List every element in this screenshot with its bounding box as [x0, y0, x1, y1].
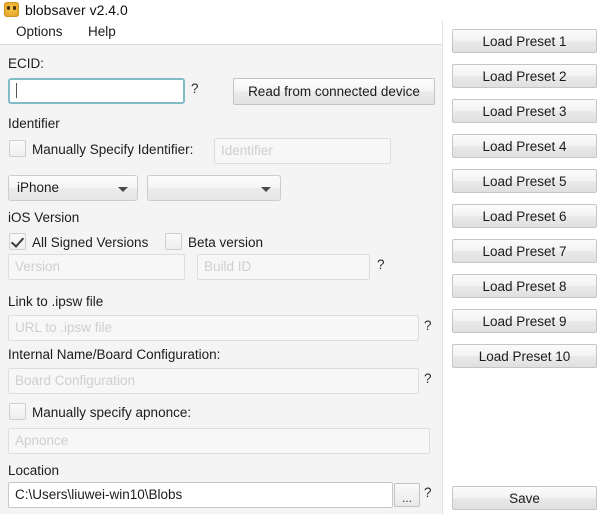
board-configuration-label: Internal Name/Board Configuration: [8, 347, 221, 362]
device-type-select[interactable]: iPhone [8, 175, 138, 201]
form-panel: ECID: ? Read from connected device Ident… [0, 44, 442, 514]
location-browse-button[interactable]: ... [394, 483, 420, 507]
load-preset-1-button[interactable]: Load Preset 1 [452, 29, 597, 53]
board-configuration-help-icon[interactable]: ? [424, 371, 432, 386]
location-label: Location [8, 463, 60, 478]
manually-specify-apnonce-label: Manually specify apnonce: [32, 405, 192, 420]
manually-specify-identifier-checkbox[interactable] [9, 140, 26, 157]
ipsw-url-input[interactable]: URL to .ipsw file [8, 315, 419, 341]
all-signed-versions-label: All Signed Versions [32, 235, 149, 250]
manually-specify-apnonce-checkbox[interactable] [9, 403, 26, 420]
blobsaver-window: blobsaver v2.4.0 Options Help ECID: ? Re… [0, 0, 600, 514]
location-input[interactable]: C:\Users\liuwei-win10\Blobs [8, 482, 393, 508]
ecid-help-icon[interactable]: ? [191, 81, 199, 96]
load-preset-3-button[interactable]: Load Preset 3 [452, 99, 597, 123]
location-help-icon[interactable]: ? [424, 485, 432, 500]
board-configuration-input[interactable]: Board Configuration [8, 368, 419, 394]
device-model-select[interactable] [147, 175, 281, 201]
save-button[interactable]: Save [452, 486, 597, 510]
ecid-label: ECID: [8, 56, 45, 71]
build-id-input[interactable]: Build ID [197, 254, 370, 280]
window-title: blobsaver v2.4.0 [25, 2, 128, 18]
load-preset-4-button[interactable]: Load Preset 4 [452, 134, 597, 158]
all-signed-versions-checkbox[interactable] [9, 233, 26, 250]
identifier-section-label: Identifier [8, 116, 60, 131]
preset-panel: Load Preset 1 Load Preset 2 Load Preset … [443, 0, 600, 514]
chevron-down-icon [118, 187, 128, 192]
beta-version-checkbox[interactable] [165, 233, 182, 250]
load-preset-8-button[interactable]: Load Preset 8 [452, 274, 597, 298]
ecid-input[interactable] [8, 78, 185, 104]
load-preset-10-button[interactable]: Load Preset 10 [452, 344, 597, 368]
load-preset-2-button[interactable]: Load Preset 2 [452, 64, 597, 88]
ipsw-link-label: Link to .ipsw file [8, 294, 104, 309]
ios-version-help-icon[interactable]: ? [377, 257, 385, 272]
menu-item-help[interactable]: Help [80, 20, 124, 44]
identifier-input[interactable]: Identifier [214, 138, 391, 164]
load-preset-5-button[interactable]: Load Preset 5 [452, 169, 597, 193]
text-caret [16, 83, 17, 98]
load-preset-6-button[interactable]: Load Preset 6 [452, 204, 597, 228]
load-preset-9-button[interactable]: Load Preset 9 [452, 309, 597, 333]
menu-bar: Options Help [0, 20, 443, 44]
beta-version-label: Beta version [188, 235, 264, 250]
ipsw-help-icon[interactable]: ? [424, 318, 432, 333]
menu-item-options[interactable]: Options [8, 20, 71, 44]
device-type-value: iPhone [17, 180, 60, 195]
load-preset-7-button[interactable]: Load Preset 7 [452, 239, 597, 263]
version-input[interactable]: Version [8, 254, 185, 280]
read-from-connected-device-button[interactable]: Read from connected device [233, 78, 435, 105]
chevron-down-icon [261, 187, 271, 192]
manually-specify-identifier-label: Manually Specify Identifier: [32, 142, 194, 157]
apnonce-input[interactable]: Apnonce [8, 428, 430, 454]
ios-version-section-label: iOS Version [8, 210, 80, 225]
blobsaver-app-icon [4, 2, 19, 17]
